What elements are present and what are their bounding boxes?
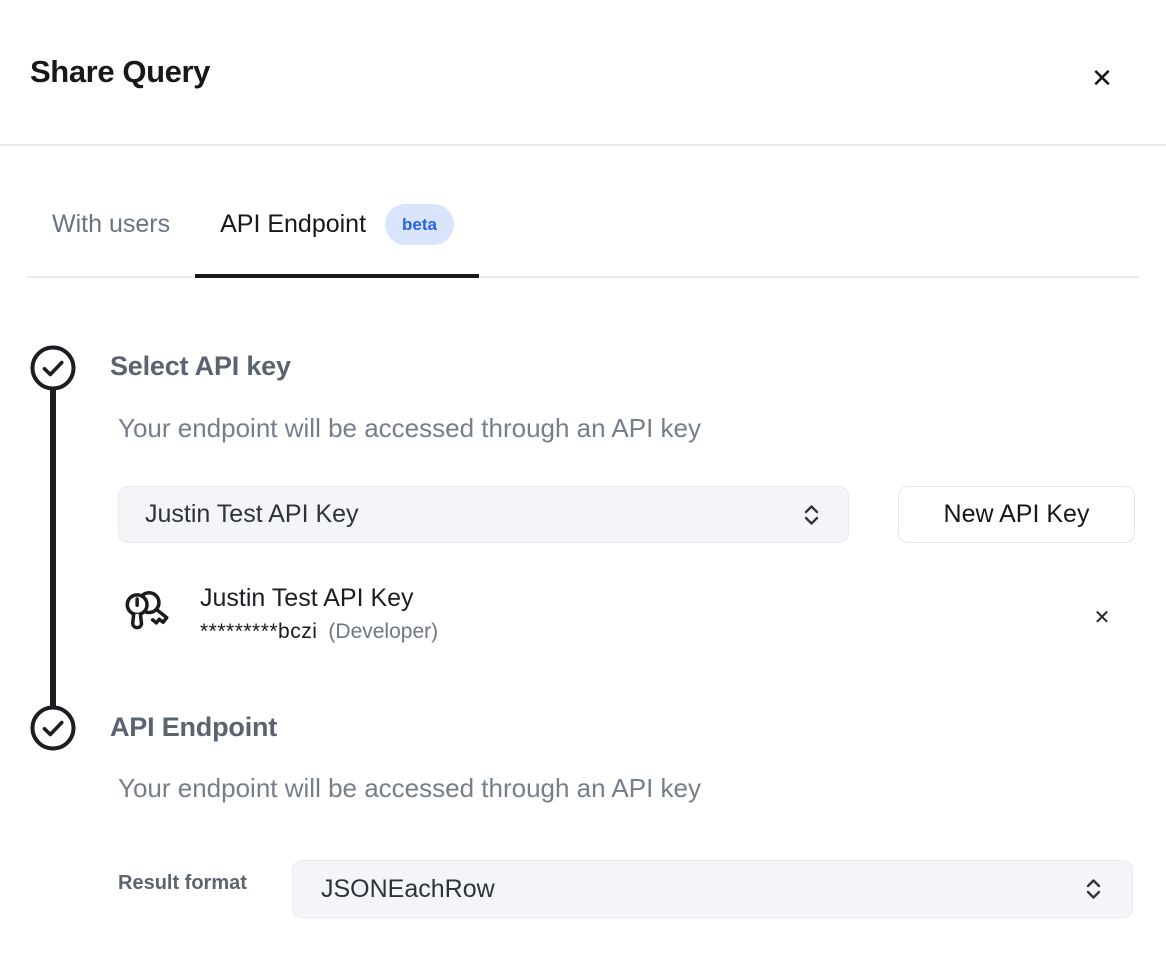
selected-key-masked-secret: *********bczi (200, 620, 317, 644)
remove-key-icon[interactable]: ✕ (1084, 599, 1120, 635)
new-api-key-button[interactable]: New API Key (898, 486, 1135, 543)
step1-check-circle-icon (30, 345, 76, 391)
step2-subtitle: Your endpoint will be accessed through a… (118, 773, 701, 804)
result-format-select[interactable]: JSONEachRow (292, 860, 1133, 918)
chevron-up-down-icon (801, 500, 822, 530)
modal-title: Share Query (30, 54, 210, 90)
tab-with-users-label: With users (52, 210, 170, 239)
chevron-up-down-icon (1083, 874, 1104, 904)
step2-title: API Endpoint (110, 712, 277, 743)
share-query-modal: Share Query ✕ With users API Endpoint be… (0, 0, 1166, 954)
step1-subtitle: Your endpoint will be accessed through a… (118, 413, 701, 444)
step1-title: Select API key (110, 351, 291, 382)
close-icon[interactable]: ✕ (1082, 58, 1122, 98)
selected-key-meta: *********bczi (Developer) (200, 620, 438, 644)
tab-bar: With users API Endpoint beta (27, 146, 1139, 278)
selected-key-name: Justin Test API Key (200, 584, 414, 613)
tab-api-endpoint-label: API Endpoint (220, 210, 366, 239)
result-format-select-value: JSONEachRow (321, 875, 1083, 904)
step2-check-circle-icon (30, 705, 76, 751)
result-format-label: Result format (118, 872, 247, 895)
keys-icon (121, 585, 173, 646)
beta-badge: beta (385, 204, 454, 245)
tab-with-users[interactable]: With users (27, 172, 195, 276)
stepper-connector-line (50, 368, 56, 728)
tab-api-endpoint[interactable]: API Endpoint beta (195, 172, 479, 276)
api-key-select-value: Justin Test API Key (145, 500, 801, 529)
api-key-select[interactable]: Justin Test API Key (118, 486, 849, 543)
new-api-key-button-label: New API Key (944, 500, 1090, 529)
selected-key-role: (Developer) (328, 620, 438, 644)
